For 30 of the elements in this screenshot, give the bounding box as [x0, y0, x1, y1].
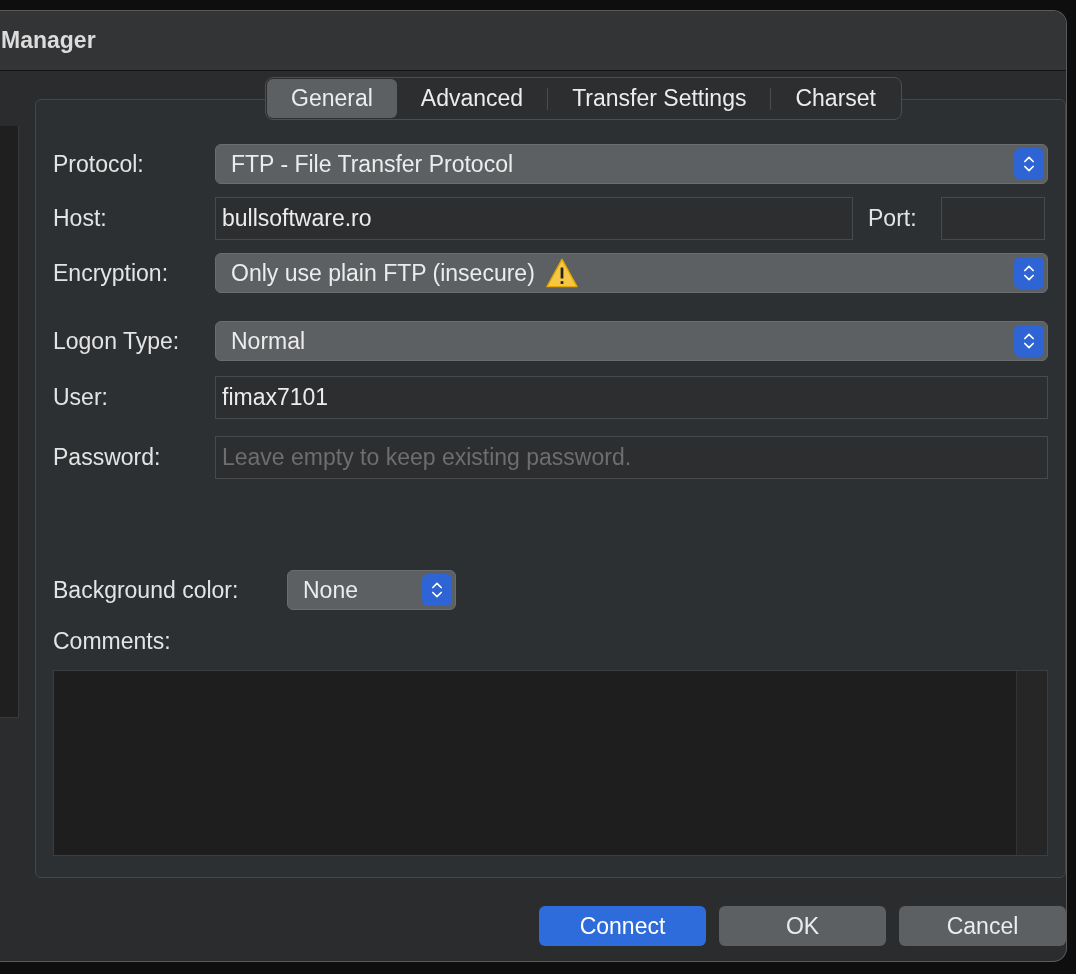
- comments-field[interactable]: [53, 669, 1048, 856]
- password-field[interactable]: Leave empty to keep existing password.: [215, 436, 1048, 479]
- field-label: Port:: [868, 204, 918, 234]
- tab[interactable]: General: [267, 79, 397, 118]
- stepper-icon[interactable]: [422, 574, 452, 606]
- dialog-button[interactable]: Cancel: [899, 906, 1066, 946]
- encryption-select[interactable]: Only use plain FTP (insecure): [215, 253, 1048, 293]
- tab[interactable]: Advanced: [396, 79, 548, 118]
- protocol-select[interactable]: FTP - File Transfer Protocol: [215, 144, 1048, 184]
- dialog-button[interactable]: Connect: [539, 906, 706, 946]
- user-field[interactable]: fimax7101: [215, 376, 1048, 419]
- window-title: Manager: [0, 26, 96, 56]
- background-color-select[interactable]: None: [287, 570, 456, 610]
- logon-type-select[interactable]: Normal: [215, 321, 1048, 361]
- field-label: Comments:: [53, 627, 172, 656]
- host-field[interactable]: bullsoftware.ro: [215, 197, 853, 240]
- port-field[interactable]: [941, 197, 1045, 240]
- field-label: Encryption:: [53, 258, 170, 288]
- field-label: User:: [53, 383, 109, 413]
- field-label: Password:: [53, 443, 162, 473]
- stepper-icon[interactable]: [1014, 257, 1044, 289]
- field-label: Protocol:: [53, 149, 145, 179]
- stepper-icon[interactable]: [1014, 325, 1044, 357]
- dialog-button[interactable]: OK: [719, 906, 886, 946]
- stepper-icon[interactable]: [1014, 148, 1044, 180]
- tab[interactable]: Charset: [771, 79, 900, 118]
- tab[interactable]: Transfer Settings: [548, 79, 771, 118]
- field-label: Logon Type:: [53, 326, 181, 356]
- field-label: Background color:: [53, 575, 240, 605]
- field-label: Host:: [53, 204, 108, 234]
